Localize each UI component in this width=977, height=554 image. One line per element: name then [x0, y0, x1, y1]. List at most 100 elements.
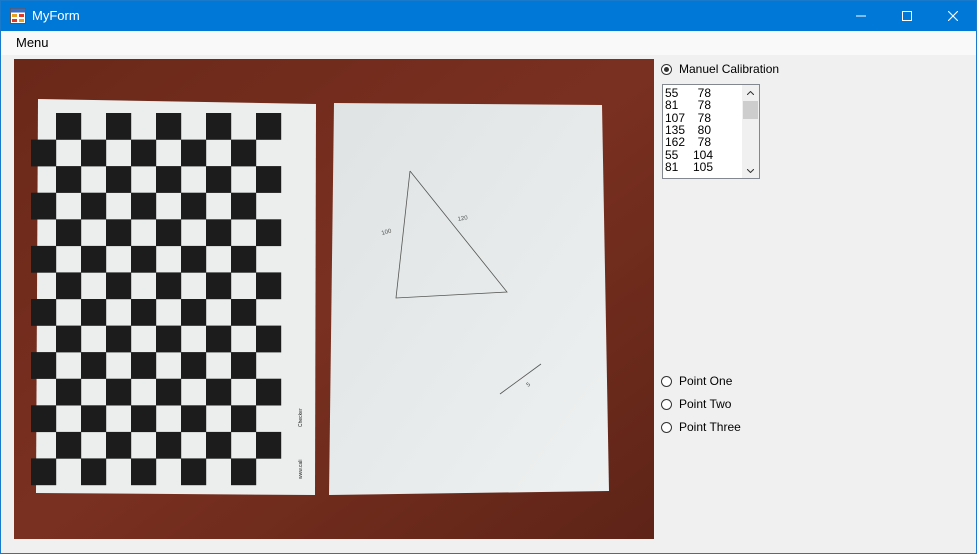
scroll-down-icon	[747, 168, 754, 173]
checker-square	[256, 219, 282, 247]
coordinates-listbox[interactable]: 55 78 81 78 107 78 135 80 162 78 55 104 81 105	[662, 84, 760, 179]
checker-square	[156, 431, 182, 459]
list-item-x: 81	[665, 98, 679, 113]
checker-square	[131, 458, 157, 486]
menu-item-menu[interactable]: Menu	[9, 33, 56, 52]
list-item-x: 107	[665, 110, 686, 125]
checker-square	[56, 325, 82, 353]
radio-indicator-selected[interactable]	[661, 63, 672, 75]
checker-square	[106, 166, 132, 193]
point-three-radio[interactable]: Point Three	[661, 420, 741, 434]
checker-square	[106, 325, 132, 353]
radio-indicator[interactable]	[661, 421, 672, 433]
checker-square	[81, 352, 107, 379]
checker-square	[231, 245, 257, 273]
checker-square	[156, 378, 182, 406]
radio-indicator[interactable]	[661, 398, 672, 410]
manual-calibration-label: Manuel Calibration	[679, 62, 780, 76]
checker-square	[231, 192, 257, 220]
checker-square	[131, 405, 157, 433]
sheet-url-text: www.cali	[298, 460, 304, 479]
checker-square	[156, 219, 182, 247]
checkerboard-sheet: www.cali Checker	[31, 99, 316, 495]
checker-square	[81, 405, 107, 433]
checker-square	[256, 166, 282, 193]
list-item-y: 104	[693, 147, 714, 162]
checker-square	[156, 272, 182, 300]
calibration-photo: www.cali Checker 100 120 5	[14, 59, 654, 539]
scroll-down-button[interactable]	[742, 163, 759, 178]
checker-square	[56, 378, 82, 406]
list-item-x: 55	[665, 147, 679, 162]
picture-box[interactable]: www.cali Checker 100 120 5	[14, 59, 654, 539]
scroll-up-icon	[747, 90, 754, 95]
checker-square	[256, 272, 282, 300]
checker-square	[106, 431, 132, 459]
list-item-y: 105	[693, 159, 714, 174]
list-item-y: 78	[697, 98, 711, 113]
checker-square	[231, 139, 257, 167]
checker-square	[181, 192, 207, 220]
checker-square	[206, 325, 232, 353]
list-item-y: 78	[697, 110, 711, 125]
checker-square	[156, 325, 182, 353]
checker-square	[31, 245, 57, 273]
checker-square	[256, 431, 282, 459]
checker-square	[206, 219, 232, 247]
listbox-scrollbar[interactable]	[742, 85, 759, 178]
checker-square	[31, 352, 57, 379]
checker-square	[181, 405, 207, 433]
checker-square	[231, 299, 257, 326]
checker-square	[181, 352, 207, 379]
checker-square	[56, 431, 82, 459]
checker-square	[31, 458, 57, 486]
checker-square	[206, 166, 232, 193]
checker-square	[131, 299, 157, 326]
point-one-radio[interactable]: Point One	[661, 374, 732, 388]
list-item-x: 81	[665, 159, 679, 174]
checker-square	[206, 431, 232, 459]
point-two-radio[interactable]: Point Two	[661, 397, 731, 411]
checker-square	[206, 113, 232, 140]
checker-square	[31, 192, 57, 220]
checker-square	[31, 405, 57, 433]
list-item-y: 78	[697, 135, 711, 150]
checker-square	[81, 139, 107, 167]
scroll-up-button[interactable]	[742, 85, 759, 100]
checker-square	[206, 378, 232, 406]
drawing-sheet: 100 120 5	[329, 103, 609, 495]
window-title: MyForm	[32, 8, 80, 23]
minimize-icon	[856, 15, 866, 17]
radio-indicator[interactable]	[661, 375, 672, 387]
close-button[interactable]	[930, 1, 976, 31]
maximize-icon	[902, 11, 912, 21]
scroll-thumb[interactable]	[743, 101, 758, 119]
checker-square	[231, 405, 257, 433]
checker-square	[81, 458, 107, 486]
list-item-y: 80	[697, 122, 711, 137]
checker-square	[131, 352, 157, 379]
checker-square	[256, 378, 282, 406]
minimize-button[interactable]	[838, 1, 884, 31]
checker-square	[106, 113, 132, 140]
checker-square	[181, 299, 207, 326]
checker-square	[131, 245, 157, 273]
maximize-button[interactable]	[884, 1, 930, 31]
checker-square	[81, 299, 107, 326]
checker-square	[81, 245, 107, 273]
checker-square	[131, 192, 157, 220]
checker-square	[56, 272, 82, 300]
checker-square	[181, 139, 207, 167]
close-icon	[948, 11, 958, 21]
checker-square	[106, 378, 132, 406]
checker-square	[156, 113, 182, 140]
point-three-label: Point Three	[679, 420, 741, 434]
manual-calibration-radio[interactable]: Manuel Calibration	[661, 62, 779, 76]
main-window: MyForm Menu www.cali Checker 100 120 5 M…	[0, 0, 977, 554]
point-two-label: Point Two	[679, 397, 732, 411]
checker-square	[181, 245, 207, 273]
title-bar[interactable]: MyForm	[1, 1, 976, 31]
app-form-icon	[10, 8, 26, 24]
sheet-checker-text: Checker	[298, 408, 304, 427]
checker-square	[156, 166, 182, 193]
